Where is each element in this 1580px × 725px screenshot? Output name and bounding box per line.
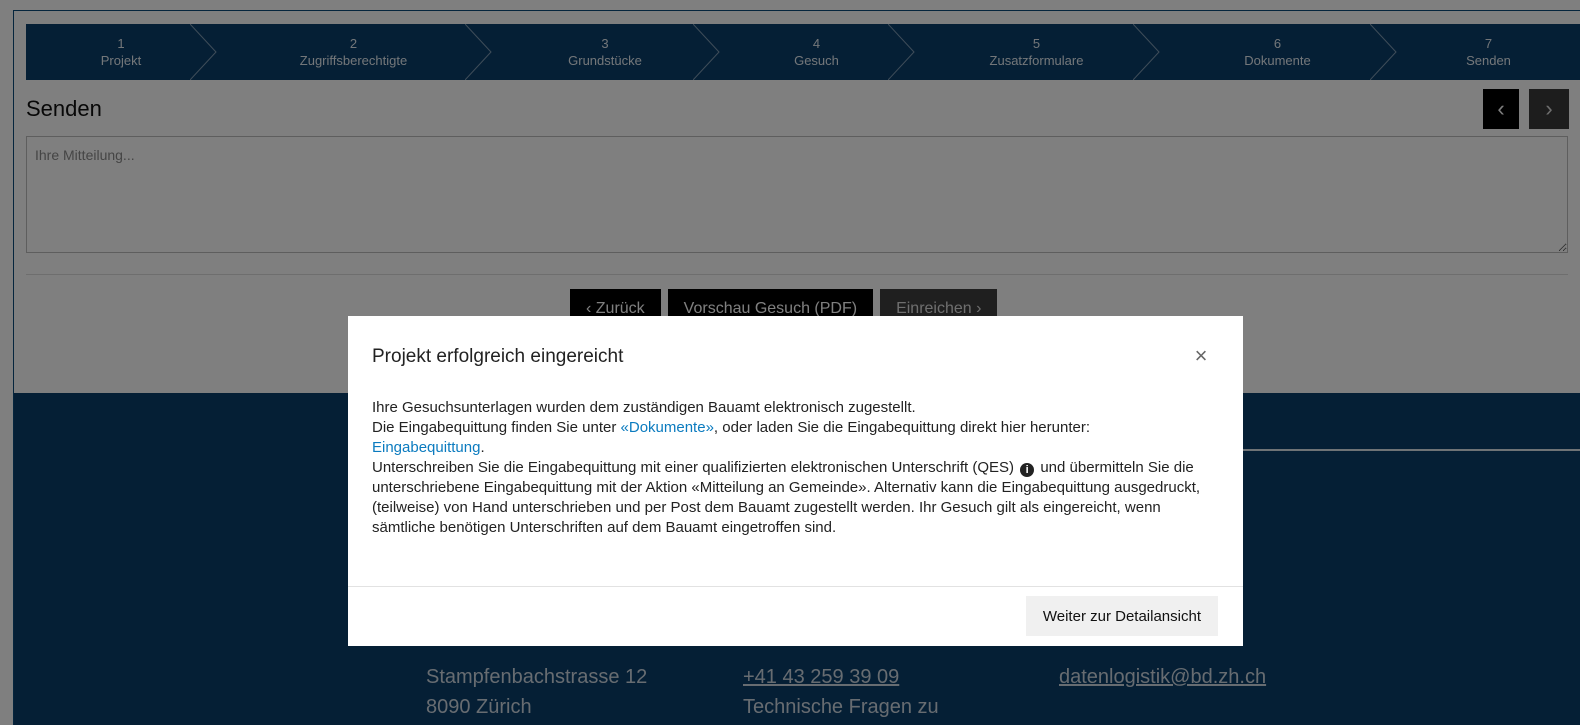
confirmation-line: Ihre Gesuchsunterlagen wurden dem zustän… [372,399,916,416]
modal-body: Ihre Gesuchsunterlagen wurden dem zustän… [372,398,1222,538]
success-modal: Projekt erfolgreich eingereicht × Ihre G… [348,316,1243,646]
modal-title: Projekt erfolgreich eingereicht [372,346,624,367]
info-icon[interactable]: i [1020,463,1035,477]
modal-footer: Weiter zur Detailansicht [348,586,1243,646]
dokumente-link[interactable]: «Dokumente» [621,419,714,436]
receipt-line: Die Eingabequittung finden Sie unter «Do… [372,419,1091,436]
eingabequittung-link[interactable]: Eingabequittung [372,439,480,456]
modal-header: Projekt erfolgreich eingereicht × [348,316,1243,386]
receipt-download-line: Eingabequittung. [372,439,485,456]
close-icon[interactable]: × [1189,344,1213,368]
signature-instructions: Unterschreiben Sie die Eingabequittung m… [372,459,1201,536]
detail-view-button[interactable]: Weiter zur Detailansicht [1025,596,1218,636]
